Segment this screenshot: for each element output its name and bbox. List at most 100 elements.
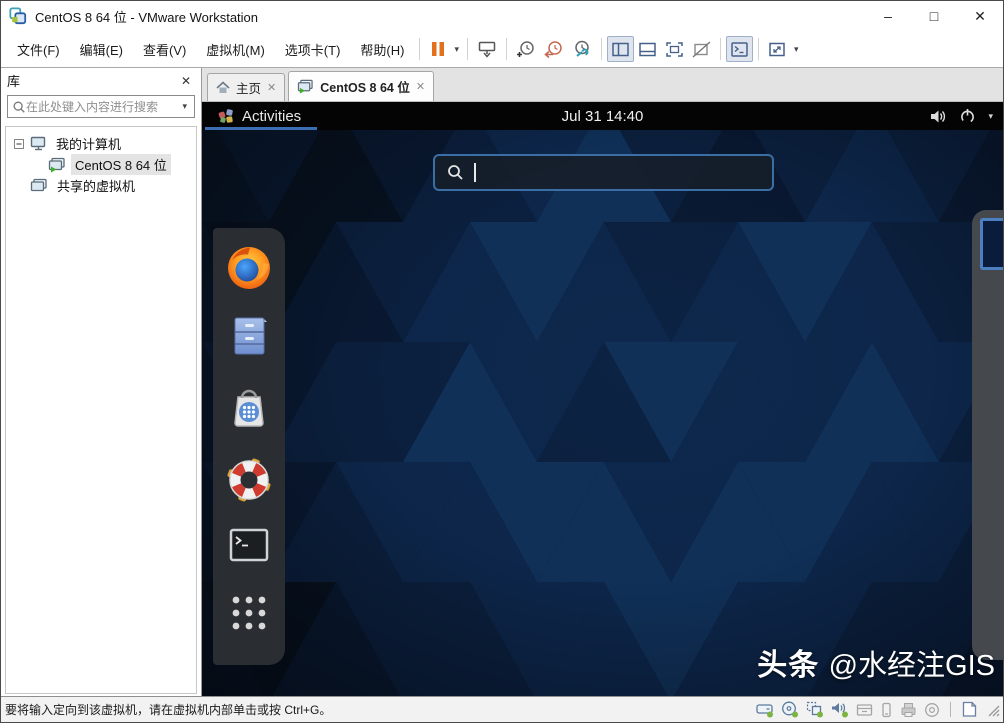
menu-help[interactable]: 帮助(H) (350, 36, 414, 63)
home-icon (216, 81, 230, 93)
volume-icon (931, 110, 946, 122)
vmware-logo-icon (9, 7, 27, 25)
workspace-thumbnail[interactable] (980, 218, 1003, 270)
vmware-workstation-window: CentOS 8 64 位 - VMware Workstation – □ ✕… (0, 0, 1004, 723)
console-icon (731, 41, 748, 57)
pause-dropdown-arrow[interactable]: ▾ (451, 44, 462, 55)
library-search-box[interactable]: ▾ (7, 95, 195, 118)
maximize-button[interactable]: □ (911, 1, 957, 31)
gnome-top-bar: Activities Jul 31 14:40 ▾ (202, 102, 1003, 130)
network-adapter-icon[interactable] (806, 701, 824, 718)
computer-icon (30, 136, 46, 151)
tree-item-shared-vms[interactable]: 共享的虚拟机 (6, 175, 196, 196)
fit-guest-button[interactable] (764, 36, 791, 62)
resize-grip[interactable] (985, 701, 1001, 718)
files-icon[interactable] (225, 310, 273, 358)
removable-tray-icon[interactable] (856, 702, 873, 718)
tab-close-button[interactable]: ✕ (267, 81, 276, 94)
statusbar-separator (950, 702, 951, 717)
manage-snapshots-icon (575, 40, 589, 57)
fit-guest-icon (769, 42, 785, 56)
library-title: 库 (7, 74, 21, 89)
watermark-handle: @水经注GIS (828, 650, 995, 682)
pause-vm-button[interactable] (425, 36, 451, 62)
show-thumbnail-bar-toggle[interactable] (634, 36, 661, 62)
vm-running-icon (298, 79, 313, 94)
toolbar-separator (419, 38, 421, 60)
disc-icon[interactable] (924, 702, 940, 718)
unity-mode-button[interactable] (688, 36, 715, 62)
power-icon (961, 108, 975, 124)
activities-active-underline (205, 127, 317, 130)
take-snapshot-icon (516, 41, 534, 57)
fit-guest-dropdown-arrow[interactable]: ▾ (791, 44, 802, 55)
toolbar-separator (505, 38, 507, 60)
gnome-clock[interactable]: Jul 31 14:40 (562, 108, 644, 125)
tree-item-centos-vm[interactable]: CentOS 8 64 位 (6, 154, 196, 175)
menu-toolbar: 文件(F) 编辑(E) 查看(V) 虚拟机(M) 选项卡(T) 帮助(H) ▾ (1, 31, 1003, 68)
help-icon[interactable] (225, 456, 273, 504)
tree-item-label[interactable]: 共享的虚拟机 (53, 175, 139, 196)
toolbar-separator (466, 38, 468, 60)
shared-vm-icon (30, 178, 47, 191)
tree-item-my-computer[interactable]: 我的计算机 (6, 133, 196, 154)
manage-snapshots-button[interactable] (568, 36, 596, 62)
tree-item-label[interactable]: 我的计算机 (52, 133, 125, 154)
revert-snapshot-icon (544, 41, 562, 58)
close-button[interactable]: ✕ (957, 1, 1003, 31)
software-icon[interactable] (225, 382, 273, 430)
tree-expander-icon[interactable] (14, 138, 24, 149)
tab-label[interactable]: CentOS 8 64 位 (320, 77, 410, 96)
terminal-icon[interactable] (225, 522, 273, 570)
main-area: 库 ✕ ▾ (1, 68, 1003, 696)
library-tree: 我的计算机 CentOS 8 64 位 共享的虚拟机 (5, 126, 197, 694)
message-log-icon[interactable] (961, 701, 978, 718)
text-cursor (474, 163, 476, 182)
send-ctrl-alt-del-icon (478, 41, 496, 58)
usb-device-icon[interactable] (880, 702, 893, 718)
gnome-system-tray[interactable]: ▾ (930, 102, 993, 130)
vm-console-screen[interactable]: Activities Jul 31 14:40 ▾ 头条 @水经注GIS (202, 102, 1003, 696)
menu-view[interactable]: 查看(V) (133, 36, 196, 63)
search-icon (13, 101, 25, 113)
tree-item-label[interactable]: CentOS 8 64 位 (71, 154, 171, 175)
menu-file[interactable]: 文件(F) (7, 36, 70, 63)
tab-home[interactable]: 主页 ✕ (207, 73, 286, 101)
status-hint: 要将输入定向到该虚拟机，请在虚拟机内部单击或按 Ctrl+G。 (5, 703, 332, 717)
cd-rom-icon[interactable] (781, 701, 799, 718)
menu-edit[interactable]: 编辑(E) (70, 36, 133, 63)
watermark: 头条 @水经注GIS (757, 640, 995, 684)
tab-label[interactable]: 主页 (236, 78, 261, 97)
tab-centos-vm[interactable]: CentOS 8 64 位 ✕ (288, 71, 435, 101)
take-snapshot-button[interactable] (512, 36, 540, 62)
app-grid-icon[interactable] (225, 592, 273, 634)
library-close-button[interactable]: ✕ (177, 72, 195, 90)
menu-tabs[interactable]: 选项卡(T) (275, 36, 351, 63)
firefox-icon[interactable] (225, 244, 273, 292)
pause-icon (432, 42, 445, 56)
activities-button[interactable]: Activities (202, 102, 317, 130)
status-bar: 要将输入定向到该虚拟机，请在虚拟机内部单击或按 Ctrl+G。 (1, 696, 1003, 722)
revert-snapshot-button[interactable] (540, 36, 568, 62)
printer-icon[interactable] (900, 702, 917, 718)
fullscreen-button[interactable] (661, 36, 688, 62)
library-search-dropdown-arrow[interactable]: ▾ (179, 101, 190, 112)
library-search-input[interactable] (26, 99, 180, 114)
toolbar-separator (600, 38, 602, 60)
workspace-switcher (972, 210, 1003, 660)
activities-label[interactable]: Activities (242, 108, 301, 125)
show-library-toggle[interactable] (606, 36, 634, 62)
hard-disk-icon[interactable] (756, 701, 774, 718)
distro-badge-icon (218, 109, 233, 123)
minimize-button[interactable]: – (865, 1, 911, 31)
sound-icon[interactable] (831, 701, 849, 718)
watermark-prefix: 头条 (757, 649, 829, 682)
show-console-button[interactable] (725, 36, 753, 62)
toolbar-separator (719, 38, 721, 60)
menu-vm[interactable]: 虚拟机(M) (196, 36, 275, 63)
send-ctrl-alt-del-button[interactable] (473, 36, 501, 62)
library-panel: 库 ✕ ▾ (1, 68, 202, 696)
device-status-icons (756, 701, 1001, 718)
gnome-search-field[interactable] (433, 154, 774, 191)
tab-close-button[interactable]: ✕ (416, 80, 425, 93)
